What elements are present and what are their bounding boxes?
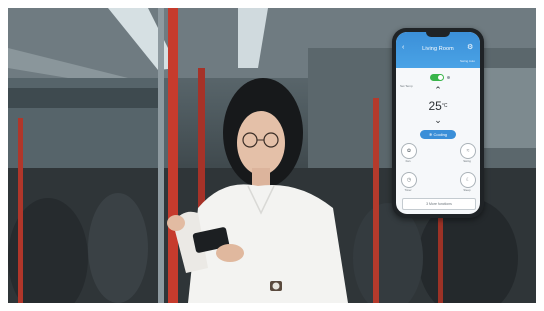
sleep-label: Sleep	[463, 188, 471, 192]
ac-app-screen: ‹ Living Room ⚙ Swing Auto Set Temp ⌃ 25…	[396, 32, 480, 214]
swing-icon[interactable]: ≈	[460, 143, 476, 159]
fan-label: Fan	[405, 159, 411, 163]
temperature-display: 25°C	[418, 100, 458, 112]
more-functions-button[interactable]: 3 More functions	[402, 198, 476, 210]
temp-down-chevron-icon[interactable]: ⌄	[432, 116, 444, 125]
mode-label: Cooling	[433, 132, 448, 137]
phone-notch	[426, 32, 450, 37]
app-header: ‹ Living Room ⚙ Swing Auto	[396, 32, 480, 68]
header-status: Swing Auto	[459, 59, 475, 63]
timer-icon[interactable]: ◷	[401, 172, 417, 188]
advert-image: ‹ Living Room ⚙ Swing Auto Set Temp ⌃ 25…	[0, 0, 544, 311]
temp-up-chevron-icon[interactable]: ⌃	[432, 86, 444, 95]
snowflake-icon: ❄	[428, 132, 433, 137]
status-dot	[447, 76, 450, 79]
power-toggle[interactable]	[430, 74, 444, 81]
temperature-unit: °C	[441, 103, 448, 109]
timer-label: Timer	[404, 188, 412, 192]
mode-button[interactable]: ❄ Cooling	[420, 130, 456, 139]
fan-icon[interactable]: ✿	[401, 143, 417, 159]
gear-icon[interactable]: ⚙	[467, 44, 474, 51]
smartphone: ‹ Living Room ⚙ Swing Auto Set Temp ⌃ 25…	[392, 28, 484, 218]
sleep-icon[interactable]: ☾	[460, 172, 476, 188]
temperature-value: 25	[428, 99, 442, 113]
set-temp-label: Set Temp	[400, 84, 413, 88]
swing-label: Swing	[463, 159, 471, 163]
